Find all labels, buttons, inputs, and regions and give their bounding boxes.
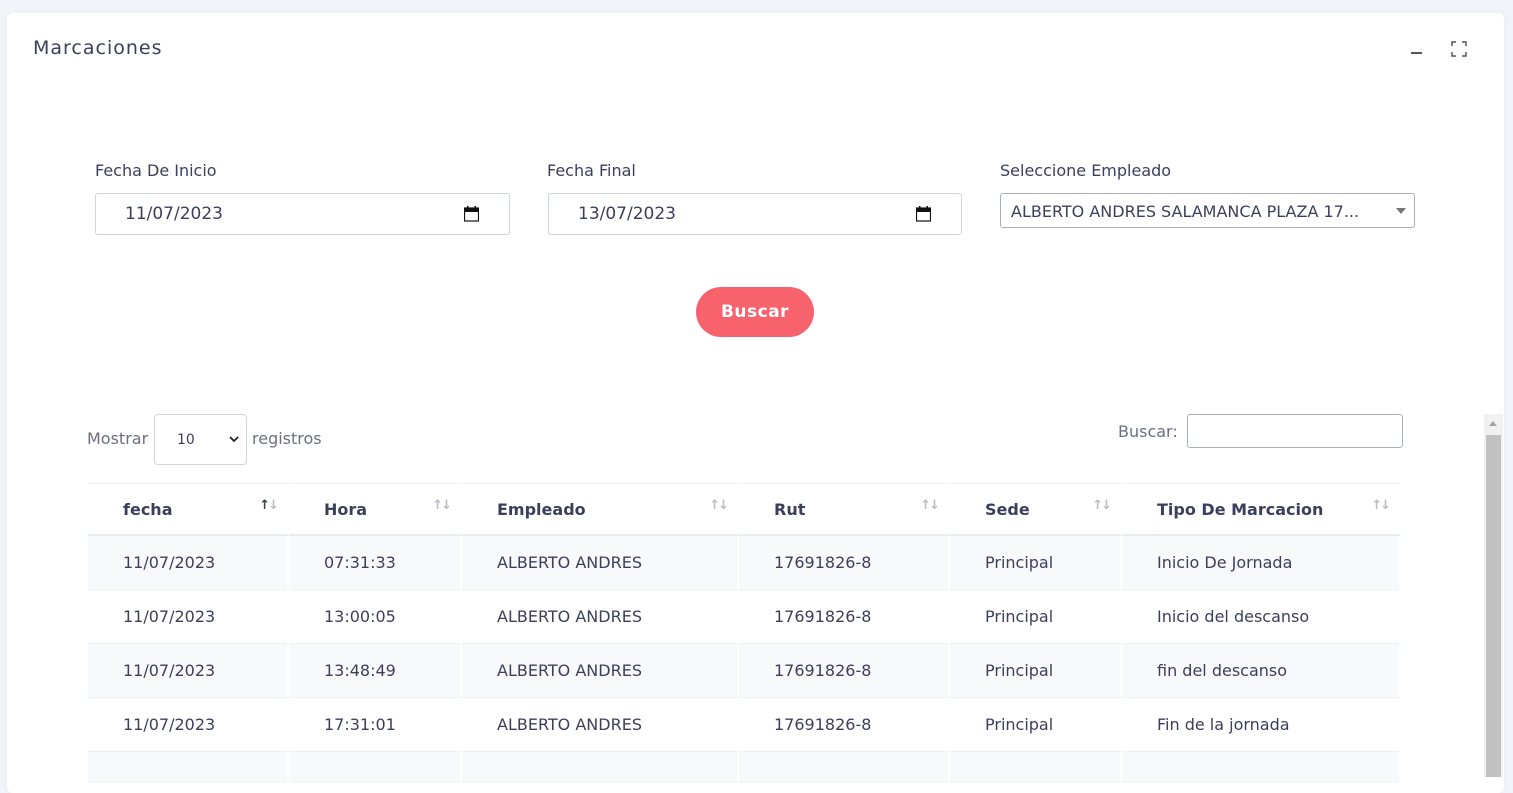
employee-select[interactable]: ALBERTO ANDRES SALAMANCA PLAZA 17... xyxy=(1000,193,1415,228)
table-row: 11/07/2023 13:00:05 ALBERTO ANDRES 17691… xyxy=(88,590,1401,644)
cell-hora: 13:00:05 xyxy=(289,590,462,644)
column-header-hora[interactable]: Hora ↑↓ xyxy=(289,483,462,536)
scrollbar-thumb[interactable] xyxy=(1486,435,1501,777)
table-row: 11/07/2023 07:31:33 ALBERTO ANDRES 17691… xyxy=(88,536,1401,590)
end-date-value: 13/07/2023 xyxy=(578,204,676,224)
calendar-icon[interactable] xyxy=(916,206,931,222)
column-header-tipo[interactable]: Tipo De Marcacion ↑↓ xyxy=(1122,483,1401,536)
show-label: Mostrar xyxy=(87,429,149,448)
sort-icon: ↑↓ xyxy=(920,498,940,513)
employee-select-value: ALBERTO ANDRES SALAMANCA PLAZA 17... xyxy=(1011,202,1360,221)
cell-sede: Principal xyxy=(950,590,1122,644)
table-search-input[interactable] xyxy=(1187,414,1403,448)
end-date-label: Fecha Final xyxy=(547,161,636,180)
sort-icon: ↑↓ xyxy=(432,498,452,513)
cell-fecha: 11/07/2023 xyxy=(88,698,289,752)
vertical-scrollbar[interactable] xyxy=(1484,414,1503,777)
cell-rut: 17691826-8 xyxy=(739,536,950,590)
minimize-icon[interactable] xyxy=(1410,41,1424,55)
cell-empleado: ALBERTO ANDRES xyxy=(462,536,739,590)
dropdown-caret-icon xyxy=(1396,208,1406,214)
chevron-down-icon xyxy=(229,436,239,443)
table-header-row: fecha ↑↓ Hora ↑↓ Empleado ↑↓ Rut ↑↓ Sede ↑↓ T… xyxy=(88,483,1401,536)
scroll-up-icon[interactable] xyxy=(1489,421,1497,426)
sort-icon: ↑↓ xyxy=(709,498,729,513)
cell-tipo: Inicio del descanso xyxy=(1122,590,1401,644)
search-button[interactable]: Buscar xyxy=(696,287,814,337)
cell-sede: Principal xyxy=(950,644,1122,698)
column-header-sede[interactable]: Sede ↑↓ xyxy=(950,483,1122,536)
records-label: registros xyxy=(252,429,322,448)
sort-icon: ↑↓ xyxy=(1371,498,1391,513)
employee-label: Seleccione Empleado xyxy=(1000,161,1172,180)
marcaciones-table: fecha ↑↓ Hora ↑↓ Empleado ↑↓ Rut ↑↓ Sede ↑↓ T… xyxy=(88,483,1401,782)
table-row: 11/07/2023 13:48:49 ALBERTO ANDRES 17691… xyxy=(88,644,1401,698)
marcaciones-card: Marcaciones Fecha De Inicio 11/07/2023 F… xyxy=(7,13,1504,793)
table-row xyxy=(88,752,1401,782)
table-row: 11/07/2023 17:31:01 ALBERTO ANDRES 17691… xyxy=(88,698,1401,752)
page-length-select[interactable]: 10 xyxy=(154,414,247,465)
end-date-input[interactable]: 13/07/2023 xyxy=(548,193,962,235)
table-search-label: Buscar: xyxy=(1118,422,1178,441)
cell-rut: 17691826-8 xyxy=(739,698,950,752)
cell-hora: 13:48:49 xyxy=(289,644,462,698)
cell-empleado: ALBERTO ANDRES xyxy=(462,698,739,752)
column-header-fecha[interactable]: fecha ↑↓ xyxy=(88,483,289,536)
cell-sede: Principal xyxy=(950,536,1122,590)
column-header-rut[interactable]: Rut ↑↓ xyxy=(739,483,950,536)
start-date-label: Fecha De Inicio xyxy=(95,161,217,180)
cell-hora: 07:31:33 xyxy=(289,536,462,590)
cell-tipo: Inicio De Jornada xyxy=(1122,536,1401,590)
calendar-icon[interactable] xyxy=(464,206,479,222)
cell-tipo: fin del descanso xyxy=(1122,644,1401,698)
cell-fecha: 11/07/2023 xyxy=(88,536,289,590)
cell-fecha: 11/07/2023 xyxy=(88,644,289,698)
card-title: Marcaciones xyxy=(33,37,163,59)
cell-fecha: 11/07/2023 xyxy=(88,590,289,644)
sort-icon: ↑↓ xyxy=(259,498,279,513)
fullscreen-icon[interactable] xyxy=(1451,41,1467,57)
cell-empleado: ALBERTO ANDRES xyxy=(462,590,739,644)
start-date-value: 11/07/2023 xyxy=(125,204,223,224)
cell-hora: 17:31:01 xyxy=(289,698,462,752)
sort-icon: ↑↓ xyxy=(1092,498,1112,513)
cell-rut: 17691826-8 xyxy=(739,644,950,698)
cell-tipo: Fin de la jornada xyxy=(1122,698,1401,752)
page-length-value: 10 xyxy=(177,432,195,448)
cell-rut: 17691826-8 xyxy=(739,590,950,644)
column-header-empleado[interactable]: Empleado ↑↓ xyxy=(462,483,739,536)
cell-sede: Principal xyxy=(950,698,1122,752)
start-date-input[interactable]: 11/07/2023 xyxy=(95,193,510,235)
cell-empleado: ALBERTO ANDRES xyxy=(462,644,739,698)
